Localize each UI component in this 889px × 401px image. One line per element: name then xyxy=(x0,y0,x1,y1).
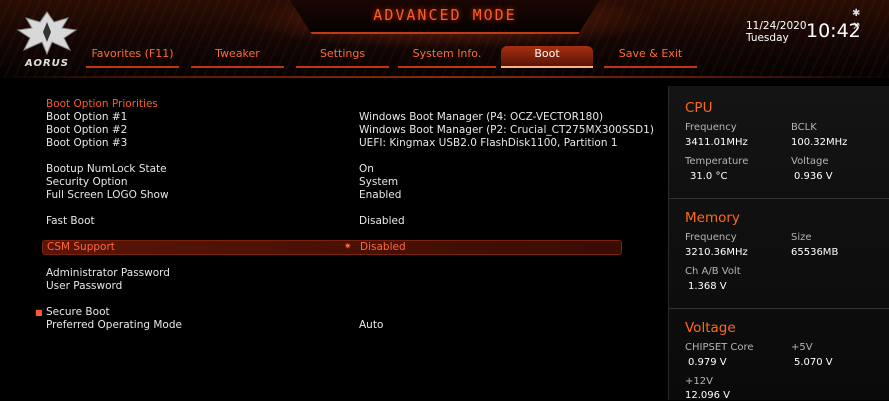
tab-save-exit[interactable]: Save & Exit xyxy=(604,46,697,68)
cpu-voltage-label: Voltage xyxy=(791,156,829,167)
plus12v-value: 12.096 V xyxy=(685,390,731,401)
gear-icon[interactable]: ✱ xyxy=(852,8,860,19)
date-text: 11/24/2020 xyxy=(746,20,807,32)
setting-label: Secure Boot xyxy=(46,306,110,318)
memory-frequency-value: 3210.36MHz xyxy=(685,247,748,258)
section-heading: Boot Option Priorities xyxy=(46,98,158,110)
chipset-core-label: CHIPSET Core xyxy=(685,342,754,353)
option-label: Boot Option #2 xyxy=(46,124,128,136)
memory-ab-volt-label: Ch A/B Volt xyxy=(685,266,741,277)
setting-label: Fast Boot xyxy=(46,215,95,227)
setting-value: System xyxy=(359,176,399,188)
memory-size-value: 65536MB xyxy=(791,247,839,258)
setting-label: Security Option xyxy=(46,176,128,188)
setting-value: Enabled xyxy=(359,189,402,201)
mode-title: ADVANCED MODE xyxy=(373,6,517,24)
cpu-temp-value: 31.0 °C xyxy=(690,171,728,182)
memory-frequency-label: Frequency xyxy=(685,232,737,243)
tab-system-info[interactable]: System Info. xyxy=(398,46,496,68)
plus5v-label: +5V xyxy=(791,342,813,353)
tab-settings[interactable]: Settings xyxy=(296,46,389,68)
option-value: Windows Boot Manager (P4: OCZ-VECTOR180) xyxy=(359,111,604,123)
setting-label: User Password xyxy=(46,280,123,292)
memory-heading: Memory xyxy=(685,210,740,226)
cpu-frequency-label: Frequency xyxy=(685,122,737,133)
cpu-frequency-value: 3411.01MHz xyxy=(685,137,748,148)
setting-value: Disabled xyxy=(360,241,406,253)
setting-label: Administrator Password xyxy=(46,267,170,279)
wrench-icon[interactable]: ⚒ xyxy=(852,22,860,32)
option-value: Windows Boot Manager (P2: Crucial_CT275M… xyxy=(359,124,654,136)
tab-favorites[interactable]: Favorites (F11) xyxy=(86,46,179,68)
setting-value: On xyxy=(359,163,374,175)
memory-size-label: Size xyxy=(791,232,812,243)
option-value: UEFI: Kingmax USB2.0 FlashDisk1100, Part… xyxy=(359,137,618,149)
cpu-voltage-value: 0.936 V xyxy=(794,171,833,182)
bios-header: ADVANCED MODE AORUS Favorites (F11) Twea… xyxy=(0,0,889,78)
setting-label: Bootup NumLock State xyxy=(46,163,167,175)
panel-divider xyxy=(669,308,889,309)
voltage-heading: Voltage xyxy=(685,320,736,336)
cpu-temp-label: Temperature xyxy=(685,156,749,167)
cpu-bclk-value: 100.32MHz xyxy=(791,137,848,148)
plus12v-label: +12V xyxy=(685,376,713,387)
panel-divider xyxy=(669,198,889,199)
chipset-core-value: 0.979 V xyxy=(688,357,727,368)
logo-text: AORUS xyxy=(25,58,69,69)
tab-boot[interactable]: Boot xyxy=(501,46,593,68)
setting-value: Auto xyxy=(359,319,384,331)
hardware-monitor-panel: CPU Frequency BCLK 3411.01MHz 100.32MHz … xyxy=(668,86,889,401)
date-display: 11/24/2020 Tuesday xyxy=(746,20,807,44)
tab-tweaker[interactable]: Tweaker xyxy=(191,46,284,68)
setting-value: Disabled xyxy=(359,215,405,227)
eagle-icon xyxy=(16,11,78,56)
cpu-heading: CPU xyxy=(685,100,713,116)
setting-label: Full Screen LOGO Show xyxy=(46,189,169,201)
setting-label: CSM Support xyxy=(47,241,115,253)
option-label: Boot Option #3 xyxy=(46,137,128,149)
star-icon: ✷ xyxy=(344,242,352,252)
option-label: Boot Option #1 xyxy=(46,111,128,123)
aorus-logo: AORUS xyxy=(12,8,82,74)
csm-support-setting[interactable]: CSM Support ✷ Disabled xyxy=(42,240,622,255)
memory-ab-volt-value: 1.368 V xyxy=(688,281,727,292)
cpu-bclk-label: BCLK xyxy=(791,122,817,133)
submenu-bullet-icon: ■ xyxy=(35,308,43,317)
setting-label: Preferred Operating Mode xyxy=(46,319,182,331)
plus5v-value: 5.070 V xyxy=(794,357,833,368)
day-text: Tuesday xyxy=(746,32,789,44)
header-divider xyxy=(0,76,889,78)
